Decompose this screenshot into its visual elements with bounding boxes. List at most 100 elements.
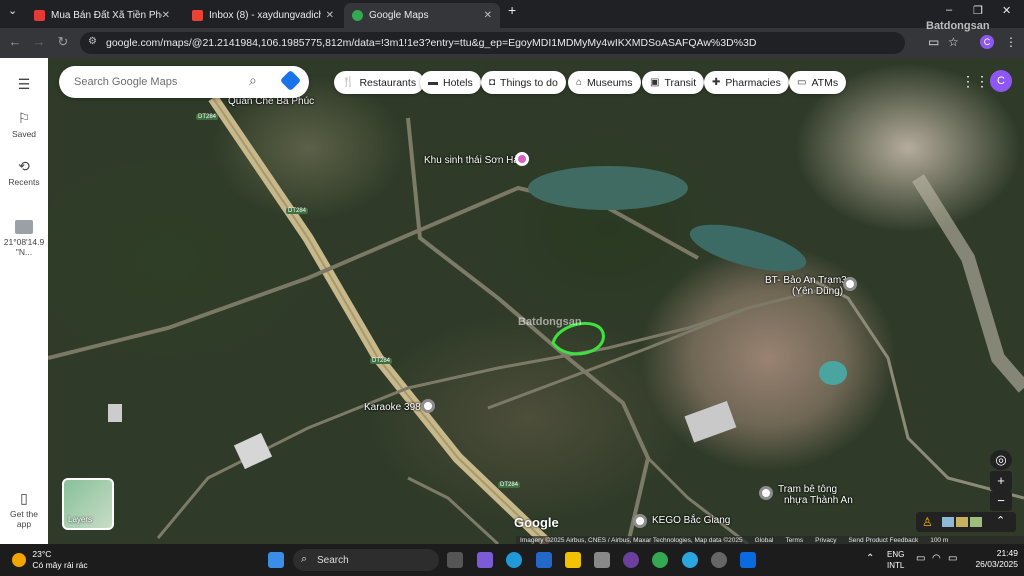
maps-search-box[interactable]: ⌕ [59,66,309,98]
search-icon[interactable]: ⌕ [249,72,257,89]
footer-terms-link[interactable]: Terms [785,537,803,544]
chip-restaurants[interactable]: 🍴 Restaurants [334,71,425,94]
imagery-thumb-icon[interactable] [956,517,968,527]
my-location-icon[interactable]: ◎ [990,450,1012,470]
zoom-out-button[interactable]: − [990,491,1012,511]
history-icon: ⟲ [18,158,30,174]
app-icon[interactable] [623,552,639,568]
chip-museums[interactable]: ⌂ Museums [568,71,641,94]
place-label-yen-dung: (Yên Dũng) [792,286,844,297]
weather-text: Có mây rải rác [32,560,88,570]
place-pin-icon[interactable] [759,486,773,500]
place-label-kego[interactable]: KEGO Bắc Giang [652,515,730,526]
place-pin-icon[interactable] [843,277,857,291]
recents-label: Recents [8,177,40,187]
expand-up-icon[interactable]: ⌃ [996,514,1005,527]
restaurant-icon: 🍴 [342,77,355,88]
zoom-in-button[interactable]: + [990,471,1012,491]
close-tab-icon[interactable]: ✕ [162,10,170,21]
imagery-thumb-icon[interactable] [970,517,982,527]
get-app-button[interactable]: ▯ Get the app [0,490,48,529]
recent-coords-item[interactable]: 21°08'14.9 "N... [0,220,48,257]
battery-icon[interactable]: ▭ [948,553,957,564]
place-label-khu-sinh-thai[interactable]: Khu sinh thái Sơn Hà [424,155,519,166]
zalo-icon[interactable] [740,552,756,568]
reload-icon[interactable]: ↻ [54,34,72,50]
search-input[interactable] [74,74,239,90]
pegman-icon[interactable]: ♙ [922,515,933,529]
street-view-controls[interactable]: ♙ ⌃ [916,512,1016,532]
tab-batdongsan[interactable]: Mua Bán Đất Xã Tiền Phong, Hi ✕ [26,3,178,28]
directions-icon[interactable] [279,69,302,92]
taskbar-search-label: Search [317,554,349,566]
windows-start-icon[interactable] [268,552,284,568]
lang-bottom: INTL [887,561,905,570]
copilot-icon[interactable] [477,552,493,568]
place-label-karaoke[interactable]: Karaoke 398 [364,402,421,413]
place-pin-icon[interactable] [633,514,647,528]
chip-label: Museums [587,76,633,89]
close-window-button[interactable]: ✕ [1002,4,1011,17]
monitor-icon[interactable]: ▭ [916,553,925,564]
satellite-map[interactable]: Quán Chè Bà Phúc Khu sinh thái Sơn Hà BT… [48,58,1024,544]
footer-privacy-link[interactable]: Privacy [815,537,836,544]
chip-label: Restaurants [359,76,417,89]
recents-button[interactable]: ⟲ Recents [0,158,48,187]
language-indicator[interactable]: ENG INTL [887,549,904,571]
google-logo: Google [514,515,559,530]
map-roads-layer [48,94,1024,544]
layers-button[interactable]: Layers [62,478,114,530]
place-pin-icon[interactable] [421,399,435,413]
chip-atms[interactable]: ▭ ATMs [789,71,847,94]
scale-label[interactable]: 100 m [930,537,948,544]
tab-search-icon[interactable]: ⌄ [8,4,17,17]
bookmark-star-icon[interactable]: ☆ [948,35,959,49]
tray-chevron-icon[interactable]: ⌃ [866,553,874,564]
profile-avatar-small[interactable]: C [980,35,994,49]
place-label-bt-bao-an[interactable]: BT- Bảo An Trạm3 [765,275,847,286]
close-tab-icon[interactable]: ✕ [326,10,334,21]
profile-avatar[interactable]: C [990,70,1012,92]
telegram-icon[interactable] [682,552,698,568]
system-clock[interactable]: 21:49 26/03/2025 [968,548,1018,570]
file-explorer-icon[interactable] [565,552,581,568]
forward-icon[interactable]: → [30,34,48,49]
close-tab-icon[interactable]: ✕ [484,10,492,21]
imagery-thumb-icon[interactable] [942,517,954,527]
store-icon[interactable] [594,552,610,568]
chip-transit[interactable]: ▣ Transit [642,71,705,94]
lang-top: ENG [887,550,905,559]
tab-google-maps[interactable]: Google Maps ✕ [344,3,500,28]
menu-kebab-icon[interactable]: ⋮ [1005,35,1017,49]
task-view-icon[interactable] [447,552,463,568]
tab-title: Inbox (8) - xaydungvadichvutha [209,10,321,21]
weather-widget[interactable]: 23°C Có mây rải rác [12,549,88,571]
bookmark-icon: ⚐ [17,110,31,126]
cast-icon[interactable]: ▭ [928,35,939,49]
park-pin-icon[interactable] [515,152,529,166]
saved-button[interactable]: ⚐ Saved [0,110,48,139]
url-bar[interactable]: ⚙ google.com/maps/@21.2141984,106.198577… [80,32,905,54]
edge-icon[interactable] [506,552,522,568]
footer-feedback-link[interactable]: Send Product Feedback [848,537,918,544]
settings-gear-icon[interactable] [711,552,727,568]
wifi-icon[interactable]: ◠ [932,553,941,564]
chip-things-to-do[interactable]: ◘ Things to do [481,71,566,94]
camera-icon: ◘ [489,77,496,88]
back-icon[interactable]: ← [6,34,24,49]
chip-hotels[interactable]: ▬ Hotels [420,71,481,94]
google-apps-icon[interactable]: ⋮⋮ [961,73,989,90]
minimize-button[interactable]: – [946,4,952,16]
site-info-icon[interactable]: ⚙ [88,36,100,48]
outlook-icon[interactable] [536,552,552,568]
new-tab-button[interactable]: + [508,2,516,18]
place-label-tram-be-tong[interactable]: Trạm bê tông [778,484,837,495]
maps-favicon-icon [352,10,363,21]
restore-button[interactable]: ❐ [973,4,983,17]
tab-gmail[interactable]: Inbox (8) - xaydungvadichvutha ✕ [184,3,342,28]
footer-global-link[interactable]: Global [755,537,774,544]
menu-button[interactable]: ☰ [0,76,48,95]
chrome-icon[interactable] [652,552,668,568]
taskbar-search[interactable]: ⌕ Search [293,549,439,571]
chip-pharmacies[interactable]: ✚ Pharmacies [704,71,789,94]
